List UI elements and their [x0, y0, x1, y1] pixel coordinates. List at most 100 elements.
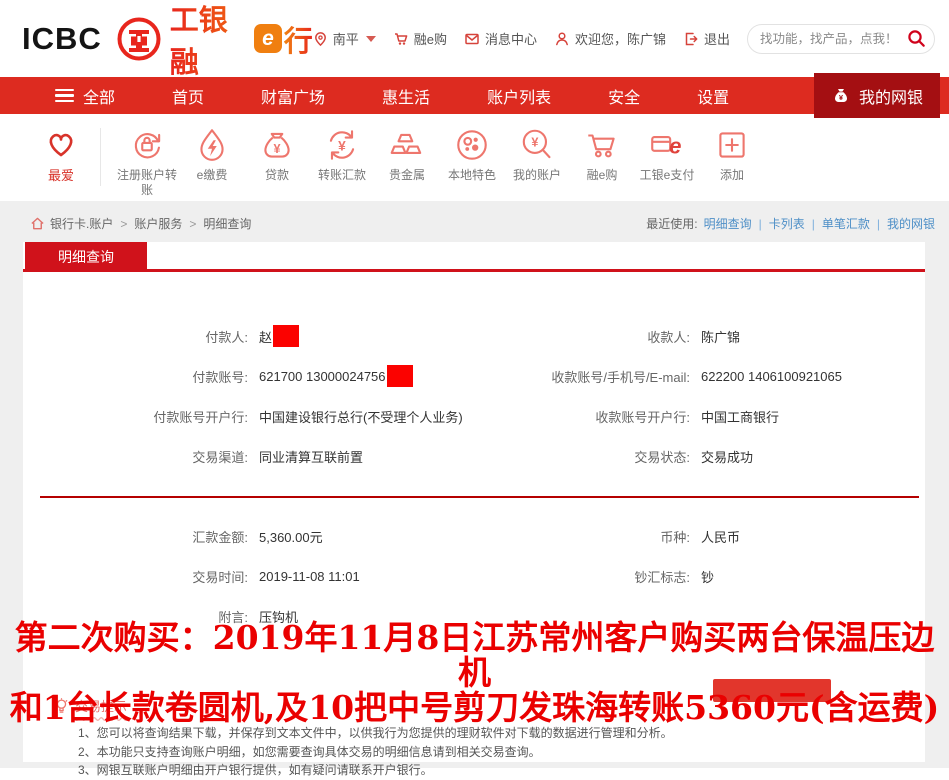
message-center-link[interactable]: 消息中心: [464, 29, 537, 48]
breadcrumb-row: 银行卡.账户账户服务明细查询 最近使用: 明细查询卡列表单笔汇款我的网银: [0, 201, 949, 242]
svg-text:¥: ¥: [273, 142, 280, 156]
transaction-channel: 同业清算互联前置: [259, 447, 363, 466]
cart-label: 融e购: [414, 29, 447, 48]
user-icon: [554, 31, 570, 47]
breadcrumb-item[interactable]: 明细查询: [187, 215, 251, 232]
field-label: 收款账号/手机号/E-mail:: [483, 367, 690, 386]
add-plus-icon: [713, 126, 751, 164]
field-label: 付款人:: [23, 327, 248, 346]
nav-item-life[interactable]: 惠生活: [382, 84, 430, 108]
tip-item: 1、您可以将查询结果下载，并保存到文本文件中，以供我行为您提供的理财软件对下载的…: [78, 724, 925, 743]
nav-label: 安全: [608, 84, 640, 108]
shopping-cart-icon: [583, 126, 621, 164]
search-input[interactable]: [760, 32, 907, 46]
section-divider: [40, 496, 919, 498]
lightbulb-icon: [54, 698, 69, 714]
nav-item-home[interactable]: 首页: [172, 84, 204, 108]
favorites-item[interactable]: 最爱: [30, 126, 92, 184]
icbc-logo: ICBC: [22, 21, 102, 57]
quick-item-loans[interactable]: ¥ 贷款: [245, 126, 309, 183]
loan-money-bag-icon: ¥: [258, 126, 296, 164]
my-ebank-label: 我的网银: [859, 84, 923, 108]
field-label: 付款账号开户行:: [23, 407, 248, 426]
detail-row: 交易渠道:同业清算互联前置 交易状态:交易成功: [23, 436, 925, 476]
redaction-box: [387, 365, 413, 387]
chevron-down-icon: [366, 36, 376, 42]
nav-item-all[interactable]: 全部: [55, 84, 115, 108]
quick-item-precious-metals[interactable]: 贵金属: [375, 126, 439, 183]
payer-account: 621700 13000024756: [259, 365, 413, 387]
svg-text:¥: ¥: [338, 138, 346, 153]
payer-bank: 中国建设银行总行(不受理个人业务): [259, 407, 463, 426]
payer-name: 赵: [259, 325, 299, 347]
recent-link-my-ebank[interactable]: 我的网银: [870, 215, 935, 232]
search-box[interactable]: [747, 24, 935, 54]
tips-title: 交易提示: [75, 696, 127, 715]
cart-icon: [393, 31, 409, 47]
payee-account: 622200 1406100921065: [701, 369, 842, 384]
quick-item-label: 注册账户转账: [115, 168, 179, 198]
tab-detail-query[interactable]: 明细查询: [25, 242, 147, 272]
quick-item-label: 工银e支付: [635, 168, 699, 183]
brand-e-badge: e: [254, 24, 281, 53]
quick-item-e-payment[interactable]: e 工银e支付: [635, 126, 699, 183]
field-label: 钞汇标志:: [483, 567, 690, 586]
logout-button[interactable]: 退出: [683, 29, 730, 48]
quick-item-label: e缴费: [180, 168, 244, 183]
tip-item: 2、本功能只支持查询账户明细，如您需要查询具体交易的明细信息请到相关交易查询。: [78, 743, 925, 762]
nav-label: 账户列表: [487, 84, 551, 108]
location-pin-icon: [313, 31, 328, 47]
brand-suffix: 行: [284, 18, 313, 60]
obscured-red-button[interactable]: [713, 679, 831, 702]
recent-link-single-remit[interactable]: 单笔汇款: [805, 215, 870, 232]
nav-item-security[interactable]: 安全: [608, 84, 640, 108]
quick-item-add[interactable]: 添加: [700, 126, 764, 183]
detail-row: 付款账号开户行:中国建设银行总行(不受理个人业务) 收款账号开户行:中国工商银行: [23, 396, 925, 436]
detail-row: 附言:压钩机: [23, 596, 925, 636]
nav-label: 设置: [697, 84, 729, 108]
svg-text:¥: ¥: [531, 136, 538, 150]
icbc-seal-icon: [116, 16, 162, 62]
quick-item-label: 本地特色: [440, 168, 504, 183]
search-icon[interactable]: [907, 29, 926, 48]
quick-item-local-features[interactable]: 本地特色: [440, 126, 504, 183]
nav-item-accounts[interactable]: 账户列表: [487, 84, 551, 108]
favorites-label: 最爱: [30, 165, 92, 184]
recent-link-card-list[interactable]: 卡列表: [752, 215, 805, 232]
divider: [100, 128, 101, 186]
recent-link-detail-query[interactable]: 明细查询: [704, 215, 752, 232]
logout-label: 退出: [704, 29, 730, 48]
location-selector[interactable]: 南平: [313, 29, 376, 48]
field-label: 币种:: [483, 527, 690, 546]
logout-icon: [683, 31, 699, 47]
nav-label: 财富广场: [261, 84, 325, 108]
quick-access-bar: 最爱 注册账户转账 e缴费 ¥ 贷款 ¥: [0, 114, 949, 201]
quick-item-epay-bills[interactable]: e缴费: [180, 126, 244, 183]
field-label: 交易状态:: [483, 447, 690, 466]
nav-item-wealth[interactable]: 财富广场: [261, 84, 325, 108]
field-label: 汇款金额:: [23, 527, 248, 546]
quick-item-my-accounts[interactable]: ¥ 我的账户: [505, 126, 569, 183]
detail-row: 交易时间:2019-11-08 11:01 钞汇标志:钞: [23, 556, 925, 596]
breadcrumb-item[interactable]: 账户服务: [118, 215, 182, 232]
quick-item-label: 融e购: [570, 168, 634, 183]
field-label: 交易时间:: [23, 567, 248, 586]
detail-row: 付款账号: 621700 13000024756 收款账号/手机号/E-mail:…: [23, 356, 925, 396]
field-label: 附言:: [23, 607, 248, 626]
cart-link[interactable]: 融e购: [393, 29, 447, 48]
register-transfer-icon: [128, 126, 166, 164]
nav-item-settings[interactable]: 设置: [697, 84, 729, 108]
field-label: 付款账号:: [23, 367, 248, 386]
gold-ingots-icon: [388, 126, 426, 164]
my-ebank-button[interactable]: ¥ 我的网银: [814, 73, 940, 118]
breadcrumb-item[interactable]: 银行卡.账户: [50, 215, 113, 232]
quick-item-register-transfer[interactable]: 注册账户转账: [115, 126, 179, 198]
quick-item-label: 转账汇款: [310, 168, 374, 183]
quick-item-transfer-remit[interactable]: ¥ 转账汇款: [310, 126, 374, 183]
quick-item-e-mall[interactable]: 融e购: [570, 126, 634, 183]
recent-label: 最近使用:: [646, 215, 697, 232]
e-bill-drop-icon: [193, 126, 231, 164]
welcome-user[interactable]: 欢迎您，陈广锦: [554, 29, 666, 48]
transfer-arrows-icon: ¥: [323, 126, 361, 164]
tip-item: 3、网银互联账户明细由开户银行提供，如有疑问请联系开户银行。: [78, 761, 925, 780]
